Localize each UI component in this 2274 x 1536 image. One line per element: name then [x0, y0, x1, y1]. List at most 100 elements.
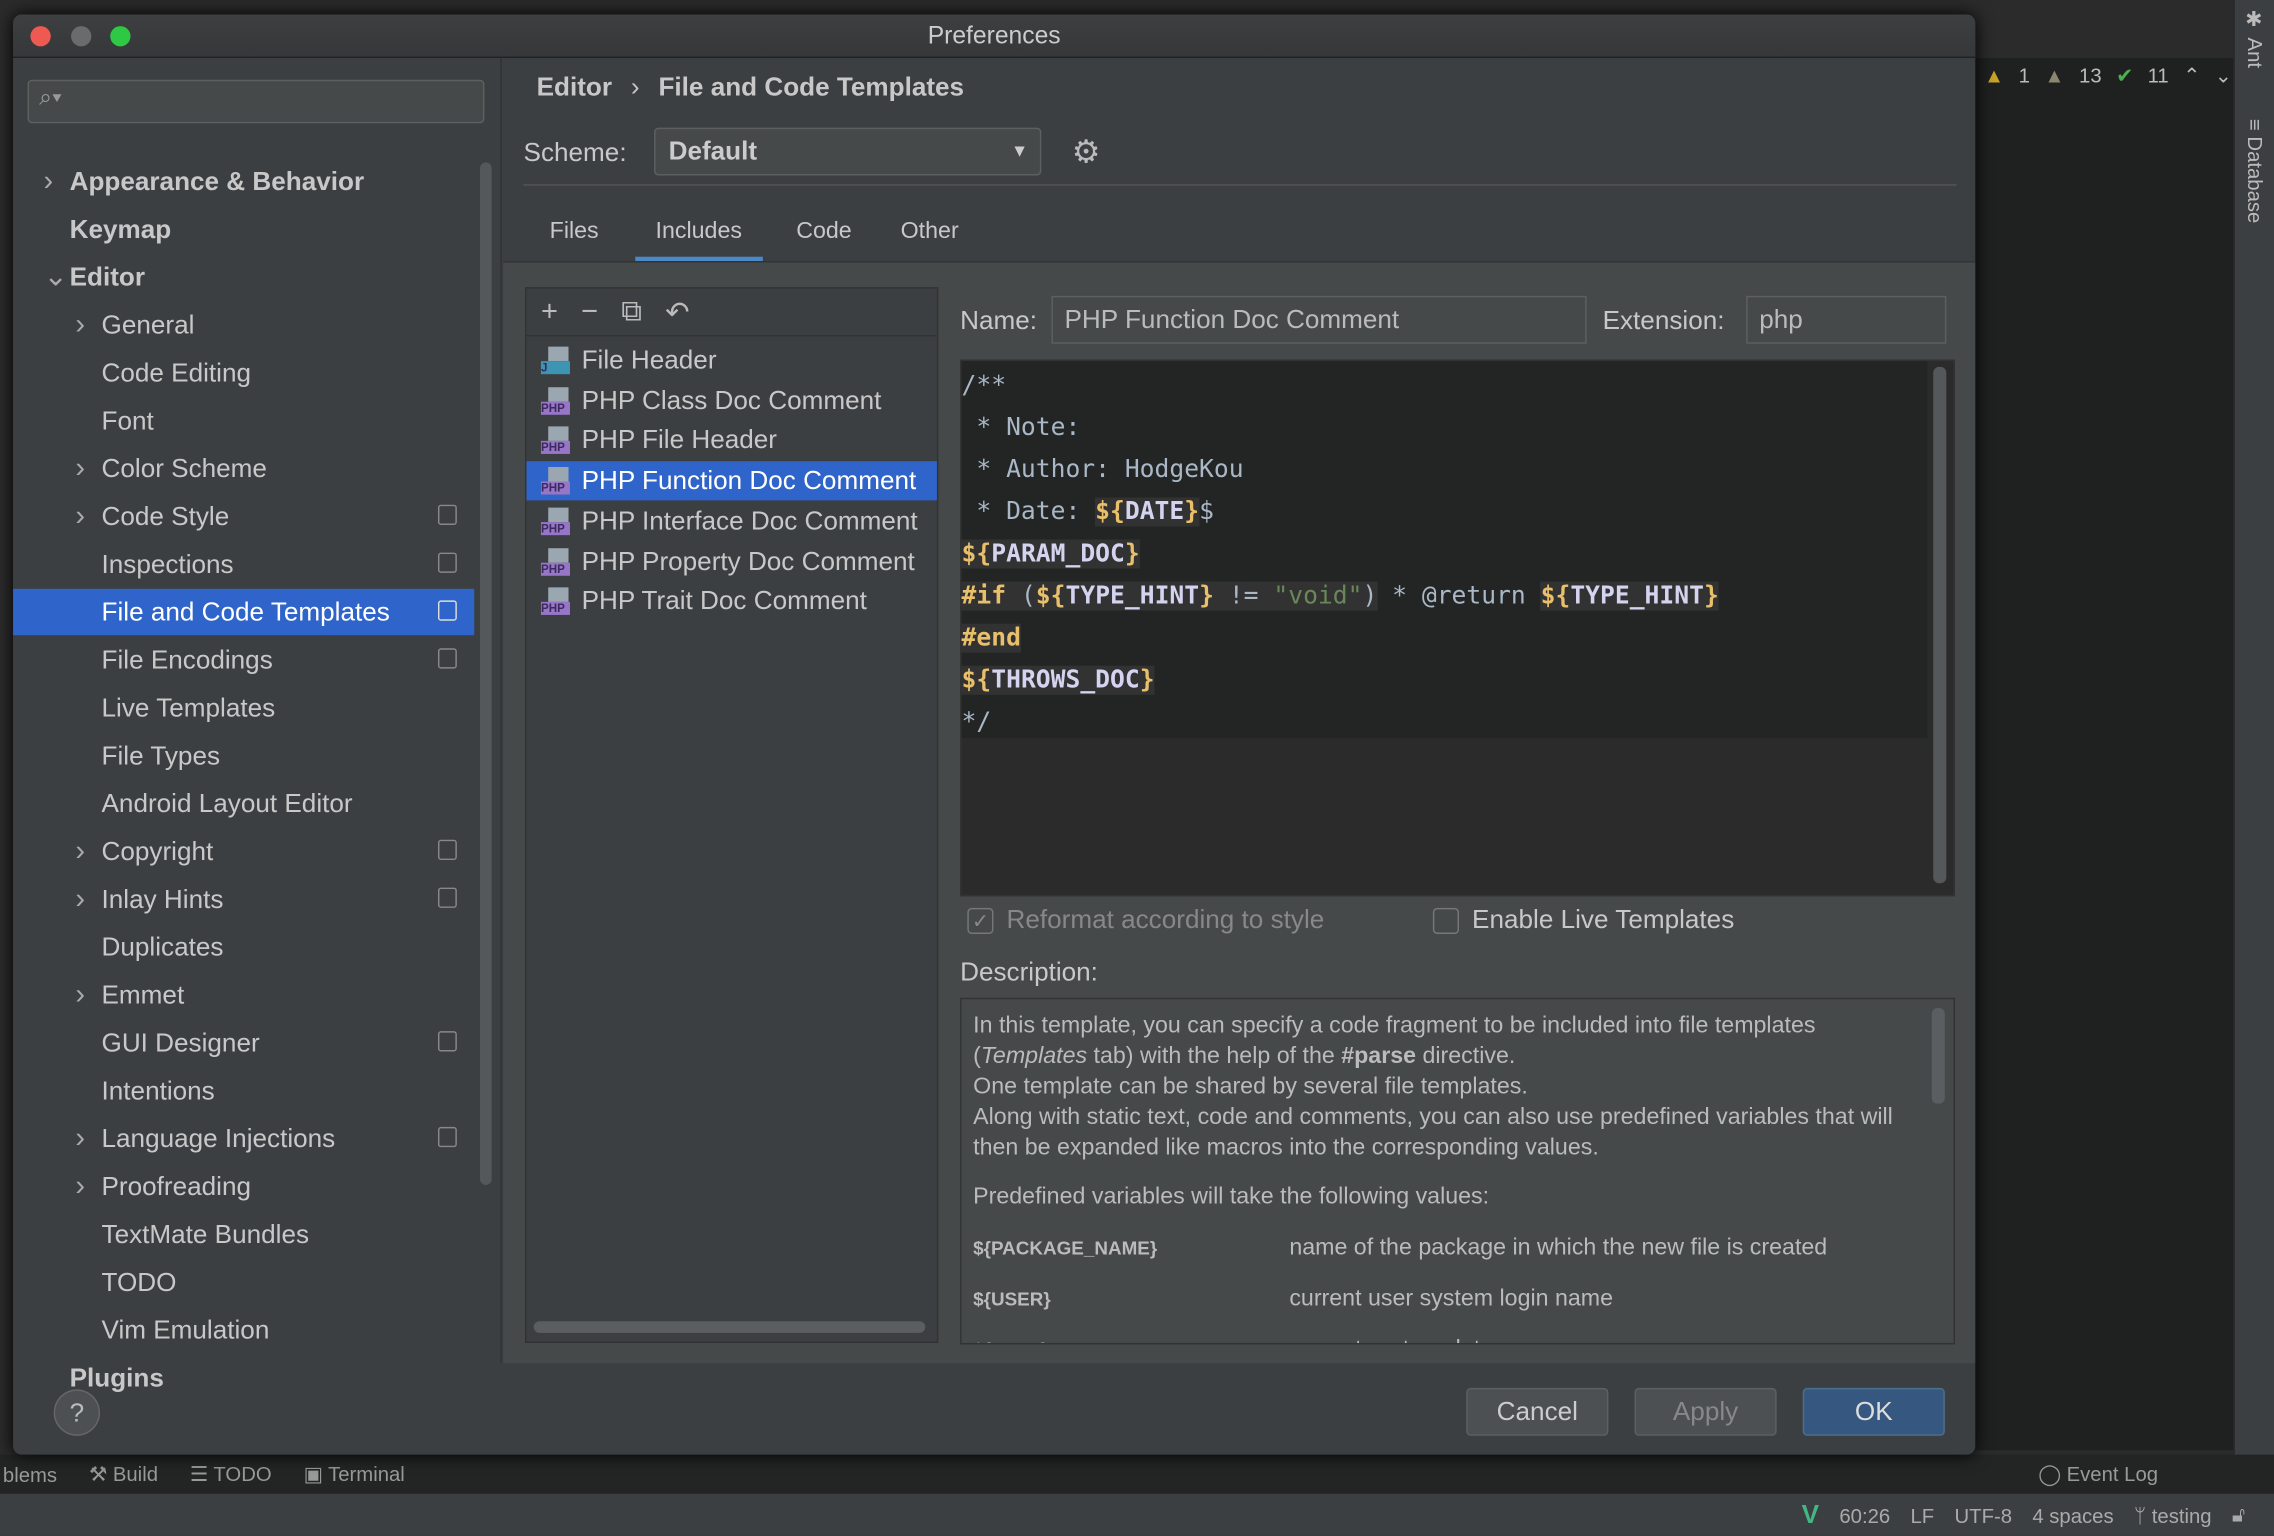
code-text[interactable]: /** * Note: * Author: HodgeKou * Date: $…	[961, 361, 1928, 739]
description-keyword: #parse	[1341, 1044, 1417, 1069]
add-icon[interactable]: +	[541, 295, 558, 328]
sidebar-item[interactable]: File Types	[13, 732, 474, 778]
tab-files[interactable]: Files	[529, 218, 619, 262]
tab-code[interactable]: Code	[776, 218, 872, 262]
template-list-item[interactable]: PHP PHP Interface Doc Comment	[526, 502, 936, 541]
sidebar-item[interactable]: TODO	[13, 1259, 474, 1305]
sidebar-item[interactable]: GUI Designer	[13, 1020, 474, 1066]
sidebar-item-label: Intentions	[101, 1076, 215, 1106]
extension-input[interactable]: php	[1746, 295, 1947, 344]
title-bar: Preferences	[13, 14, 1976, 59]
reset-icon[interactable]: ↶	[665, 294, 689, 330]
template-list-item[interactable]: PHP PHP Function Doc Comment	[526, 461, 937, 501]
chevron-right-icon[interactable]: ›	[75, 972, 85, 1018]
template-list-item[interactable]: PHP PHP Trait Doc Comment	[526, 582, 936, 621]
scheme-select[interactable]: Default ▼	[654, 127, 1042, 176]
inspection-widget[interactable]: ▲ 1 ▲ 13 ✔ 11 ⌃ ⌄	[1975, 58, 2233, 93]
sidebar-item[interactable]: Duplicates	[13, 924, 474, 970]
settings-search-input[interactable]: ⌕▾	[27, 79, 485, 124]
sidebar-item[interactable]: › Language Injections	[13, 1115, 474, 1161]
sidebar-item[interactable]: Live Templates	[13, 685, 474, 731]
name-input[interactable]: PHP Function Doc Comment	[1051, 295, 1587, 344]
sidebar-item[interactable]: › Color Scheme	[13, 445, 474, 491]
build-tool-button[interactable]: ⚒ Build	[89, 1462, 158, 1487]
live-templates-checkbox[interactable]: Enable Live Templates	[1432, 904, 1735, 935]
sidebar-item[interactable]: File and Code Templates	[13, 588, 475, 636]
sidebar-item[interactable]: File Encodings	[13, 637, 474, 683]
variable-key: ${PACKAGE_NAME}	[973, 1237, 1158, 1259]
template-list-item[interactable]: J File Header	[526, 341, 936, 380]
sidebar-item[interactable]: › Appearance & Behavior	[13, 158, 474, 204]
sidebar-item[interactable]: › General	[13, 302, 474, 348]
live-templates-label: Enable Live Templates	[1472, 904, 1735, 934]
sidebar-item[interactable]: › Inlay Hints	[13, 876, 474, 922]
gear-icon[interactable]: ⚙	[1072, 133, 1101, 171]
template-list: + − ⧉ ↶ J File Header PHP PHP Class Doc Com…	[525, 287, 939, 1343]
cancel-button[interactable]: Cancel	[1466, 1387, 1609, 1436]
speech-bubble-icon: ◯	[2038, 1461, 2067, 1486]
template-code-editor[interactable]: /** * Note: * Author: HodgeKou * Date: $…	[960, 359, 1956, 897]
chevron-up-icon[interactable]: ⌃	[2183, 63, 2200, 88]
sidebar-item[interactable]: Code Editing	[13, 350, 474, 396]
copy-icon[interactable]: ⧉	[621, 295, 642, 328]
sidebar-item[interactable]: › Emmet	[13, 972, 474, 1018]
ant-tool-button[interactable]: ✱ Ant	[2244, 9, 2267, 68]
editor-scrollbar[interactable]	[1933, 366, 1947, 884]
code-text: * @return	[1377, 581, 1541, 611]
breadcrumb-parent[interactable]: Editor	[537, 73, 612, 102]
sidebar-item[interactable]: › Proofreading	[13, 1163, 474, 1209]
description-text: tab) with the help of the	[1087, 1044, 1342, 1069]
chevron-right-icon[interactable]: ›	[75, 445, 85, 491]
sidebar-item[interactable]: › Code Style	[13, 493, 474, 539]
todo-tool-button[interactable]: ☰ TODO	[190, 1462, 272, 1487]
chevron-right-icon[interactable]: ›	[75, 828, 85, 874]
caret-position[interactable]: 60:26	[1839, 1503, 1890, 1526]
description-scrollbar[interactable]	[1931, 1007, 1945, 1104]
event-log-button[interactable]: ◯ Event Log	[2038, 1462, 2158, 1487]
chevron-right-icon[interactable]: ›	[44, 158, 54, 204]
line-separator[interactable]: LF	[1910, 1503, 1934, 1526]
lock-icon[interactable]: 🔓︎	[2232, 1503, 2245, 1528]
breadcrumb: Editor › File and Code Templates	[537, 73, 964, 103]
sidebar-scrollbar[interactable]	[480, 162, 492, 1185]
sidebar-item-label: Live Templates	[101, 693, 276, 723]
list-scrollbar[interactable]	[533, 1321, 926, 1333]
tab-includes[interactable]: Includes	[635, 218, 763, 262]
sidebar-item[interactable]: Inspections	[13, 541, 474, 587]
sidebar-item[interactable]: › Copyright	[13, 828, 474, 874]
template-list-item[interactable]: PHP PHP Class Doc Comment	[526, 381, 936, 420]
sidebar-item[interactable]: TextMate Bundles	[13, 1211, 474, 1257]
sidebar-item[interactable]: Vim Emulation	[13, 1307, 474, 1353]
chevron-right-icon[interactable]: ›	[75, 302, 85, 348]
database-tool-button[interactable]: ≡ Database	[2244, 119, 2267, 223]
chevron-down-icon[interactable]: ⌄	[2215, 63, 2232, 88]
sidebar-item[interactable]: Font	[13, 397, 474, 443]
chevron-right-icon[interactable]: ›	[75, 876, 85, 922]
sidebar-item[interactable]: Android Layout Editor	[13, 780, 474, 826]
git-branch[interactable]: ᛘ testing	[2134, 1503, 2212, 1526]
reformat-checkbox[interactable]: ✓ Reformat according to style	[967, 905, 1324, 935]
chevron-right-icon[interactable]: ›	[75, 1115, 85, 1161]
remove-icon[interactable]: −	[581, 295, 598, 328]
tab-other[interactable]: Other	[880, 218, 979, 262]
ok-button[interactable]: OK	[1802, 1387, 1945, 1436]
template-list-item[interactable]: PHP PHP Property Doc Comment	[526, 542, 936, 581]
problems-tool-button[interactable]: blems	[3, 1463, 57, 1486]
close-button[interactable]	[30, 26, 51, 47]
sidebar-item[interactable]: Keymap	[13, 206, 474, 252]
help-button[interactable]: ?	[53, 1389, 101, 1436]
includes-panel: + − ⧉ ↶ J File Header PHP PHP Class Doc Com…	[503, 261, 1976, 1364]
chevron-right-icon[interactable]: ›	[75, 1163, 85, 1209]
settings-content: Editor › File and Code Templates Scheme:…	[503, 58, 1976, 1364]
zoom-button[interactable]	[110, 26, 131, 47]
chevron-down-icon[interactable]: ⌄	[44, 254, 68, 300]
terminal-tool-button[interactable]: ▣ Terminal	[304, 1462, 405, 1487]
sidebar-item[interactable]: ⌄ Editor	[13, 254, 474, 300]
chevron-right-icon[interactable]: ›	[75, 493, 85, 539]
apply-button[interactable]: Apply	[1634, 1387, 1777, 1436]
minimize-button[interactable]	[71, 26, 92, 47]
sidebar-item[interactable]: Intentions	[13, 1067, 474, 1113]
template-list-item[interactable]: PHP PHP File Header	[526, 421, 936, 460]
file-encoding[interactable]: UTF-8	[1955, 1503, 2013, 1526]
indent-setting[interactable]: 4 spaces	[2032, 1503, 2113, 1526]
